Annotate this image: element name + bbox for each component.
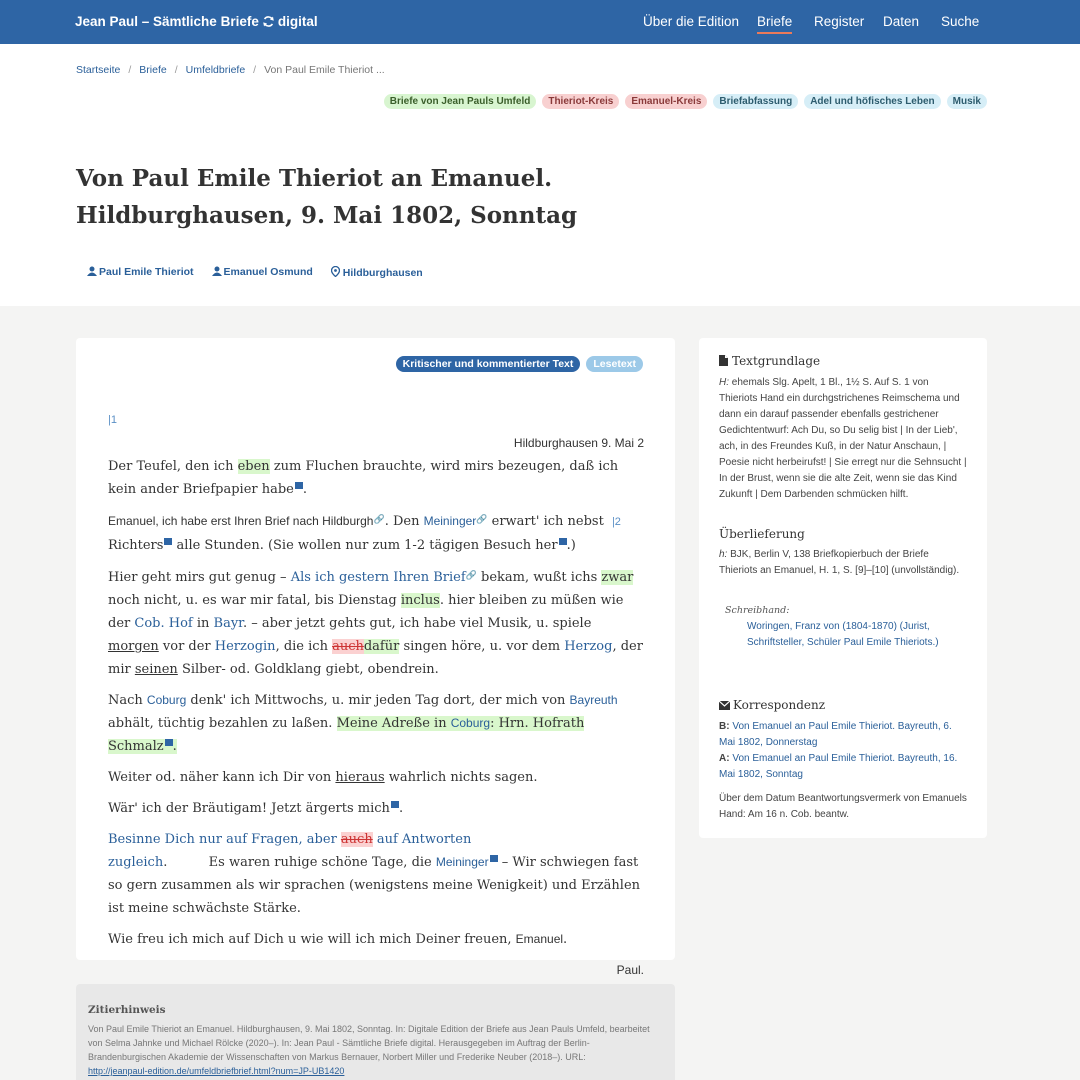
- breadcrumb-umfeldbriefe[interactable]: Umfeldbriefe: [186, 64, 246, 76]
- bayreuth-link[interactable]: Bayr: [214, 616, 243, 631]
- citation-text: Von Paul Emile Thieriot an Emanuel. Hild…: [88, 1024, 650, 1076]
- korrespondenz-list: B: Von Emanuel an Paul Emile Thieriot. B…: [719, 719, 967, 823]
- paragraph-3: Hier geht mirs gut genug – Als ich geste…: [108, 570, 643, 677]
- korrespondenz-heading: Korrespondenz: [718, 698, 825, 712]
- highlight-annotation[interactable]: eben: [237, 459, 270, 474]
- breadcrumb-separator: /: [128, 64, 132, 76]
- breadcrumb-briefe[interactable]: Briefe: [139, 64, 166, 76]
- envelope-icon: [718, 700, 731, 710]
- paragraph-4: Nach Coburg denk' ich Mittwochs, u. mir …: [108, 693, 618, 754]
- page-title: Von Paul Emile Thieriot an Emanuel. Hild…: [76, 165, 578, 229]
- nav-briefe[interactable]: Briefe: [757, 14, 793, 34]
- tag-adel[interactable]: Adel und höfisches Leben: [804, 94, 941, 109]
- citation-url-link[interactable]: http://jeanpaul-edition.de/umfeldbriefbr…: [88, 1066, 344, 1076]
- top-navbar: Jean Paul – Sämtliche Briefe digital Übe…: [0, 0, 1080, 44]
- nav-daten[interactable]: Daten: [883, 14, 919, 29]
- textgrundlage-heading: Textgrundlage: [719, 354, 820, 368]
- cob-hof-link[interactable]: Cob. Hof: [134, 616, 192, 631]
- person-icon: [87, 266, 97, 276]
- paragraph-6: Wär' ich der Bräutigam! Jetzt ärgerts mi…: [108, 801, 404, 816]
- letter-card: Kritischer und kommentierter Text Lesete…: [76, 338, 675, 977]
- meininger-link[interactable]: Meininger: [424, 514, 477, 528]
- sender-name: Paul Emile Thieriot: [99, 266, 194, 278]
- signature: Paul.: [616, 963, 644, 977]
- view-switcher: Kritischer und kommentierter Text Lesete…: [395, 356, 643, 372]
- breadcrumb: Startseite / Briefe / Umfeldbriefe / Von…: [76, 64, 385, 76]
- herzogin-link[interactable]: Herzogin: [215, 639, 276, 654]
- insertion-mark[interactable]: dafür: [363, 639, 400, 654]
- view-reading-text-button[interactable]: Lesetext: [586, 356, 643, 372]
- comment-icon[interactable]: [164, 739, 173, 746]
- textgrundlage-text: H: ehemals Slg. Apelt, 1 Bl., 1½ S. Auf …: [719, 377, 967, 500]
- paragraph-7: Besinne Dich nur auf Fragen, aber auch a…: [108, 832, 641, 916]
- place-name: Hildburghausen: [342, 267, 423, 279]
- nav-register[interactable]: Register: [814, 14, 864, 29]
- tag-briefabfassung[interactable]: Briefabfassung: [713, 94, 799, 109]
- deletion-mark: auch: [340, 832, 373, 847]
- citation-heading: Zitierhinweis: [88, 1004, 166, 1016]
- highlight-annotation[interactable]: inclus: [400, 593, 440, 608]
- letter-text: |1 Hildburghausen 9. Mai 2 Der Teufel, d…: [108, 408, 644, 990]
- brand-link[interactable]: Jean Paul – Sämtliche Briefe digital: [75, 14, 318, 29]
- letter-header: Startseite / Briefe / Umfeldbriefe / Von…: [0, 44, 1080, 306]
- comment-icon[interactable]: [294, 482, 303, 489]
- recipient-name: Emanuel Osmund: [223, 266, 313, 278]
- page-marker: |1: [108, 414, 117, 426]
- paragraph-5: Weiter od. näher kann ich Dir von hierau…: [108, 770, 538, 785]
- brand-prefix: Jean Paul – Sämtliche Briefe: [75, 14, 259, 29]
- sync-icon: [263, 16, 274, 27]
- quotation-link[interactable]: Besinne Dich nur auf Fragen, aber: [108, 832, 341, 847]
- tag-umfeld[interactable]: Briefe von Jean Pauls Umfeld: [383, 94, 537, 109]
- breadcrumb-current: Von Paul Emile Thieriot ...: [264, 64, 385, 76]
- highlight-annotation[interactable]: zwar: [601, 570, 634, 585]
- dateline: Hildburghausen 9. Mai 2: [513, 436, 644, 450]
- letter-meta: Paul Emile Thieriot Emanuel Osmund Hildb…: [87, 265, 423, 279]
- map-marker-icon: [330, 265, 340, 278]
- citation-box: Zitierhinweis Von Paul Emile Thieriot an…: [76, 984, 675, 1080]
- herzog-link[interactable]: Herzog: [564, 639, 612, 654]
- link-icon[interactable]: 🔗: [373, 515, 384, 525]
- answer-letter-link[interactable]: Von Emanuel an Paul Emile Thieriot. Bayr…: [719, 753, 957, 780]
- ueberlieferung-heading: Überlieferung: [719, 527, 805, 541]
- bayreuth-link[interactable]: Bayreuth: [570, 693, 618, 707]
- coburg-link[interactable]: Coburg: [451, 716, 490, 730]
- nav-suche[interactable]: Suche: [941, 14, 979, 29]
- korrespondenz-note: Über dem Datum Beantwortungsvermerk von …: [719, 793, 967, 820]
- comment-icon[interactable]: [489, 855, 498, 862]
- breadcrumb-separator: /: [174, 64, 178, 76]
- letter-reference-link[interactable]: Als ich gestern Ihren Brief: [291, 570, 466, 585]
- sidebar-metadata: Textgrundlage H: ehemals Slg. Apelt, 1 B…: [699, 338, 987, 838]
- tag-emanuel-kreis[interactable]: Emanuel-Kreis: [625, 94, 708, 109]
- paragraph-1: Der Teufel, den ich eben zum Fluchen bra…: [108, 459, 619, 497]
- paragraph-2: Emanuel, ich habe erst Ihren Brief nach …: [108, 514, 621, 553]
- place-link[interactable]: Hildburghausen: [330, 265, 423, 279]
- breadcrumb-separator: /: [253, 64, 257, 76]
- link-icon[interactable]: 🔗: [476, 515, 487, 525]
- comment-icon[interactable]: [390, 801, 399, 808]
- document-icon: [719, 355, 728, 366]
- ueberlieferung-text: h: BJK, Berlin V, 138 Briefkopierbuch de…: [719, 549, 960, 576]
- breadcrumb-startseite[interactable]: Startseite: [76, 64, 120, 76]
- page-marker: |2: [611, 516, 621, 528]
- person-icon: [211, 266, 222, 276]
- deletion-mark: auch: [332, 639, 364, 654]
- view-critical-text-button[interactable]: Kritischer und kommentierter Text: [395, 356, 581, 372]
- sender-link[interactable]: Paul Emile Thieriot: [87, 266, 194, 279]
- recipient-link[interactable]: Emanuel Osmund: [211, 266, 313, 279]
- link-icon[interactable]: 🔗: [466, 571, 477, 581]
- comment-icon[interactable]: [558, 538, 567, 545]
- tag-list: Briefe von Jean Pauls Umfeld Thieriot-Kr…: [383, 94, 987, 109]
- schreibhand: Schreibhand: Woringen, Franz von (1804-1…: [725, 603, 965, 651]
- schreibhand-link[interactable]: Woringen, Franz von (1804-1870) (Jurist,…: [725, 619, 965, 651]
- schreibhand-label: Schreibhand:: [725, 605, 790, 616]
- tag-musik[interactable]: Musik: [946, 94, 987, 109]
- paragraph-8: Wie freu ich mich auf Dich u wie will ic…: [108, 932, 568, 947]
- nav-ueber-die-edition[interactable]: Über die Edition: [643, 14, 739, 29]
- meininger-link[interactable]: Meininger: [436, 855, 489, 869]
- coburg-link[interactable]: Coburg: [147, 693, 186, 707]
- previous-letter-link[interactable]: Von Emanuel an Paul Emile Thieriot. Bayr…: [719, 721, 952, 748]
- tag-thieriot-kreis[interactable]: Thieriot-Kreis: [542, 94, 620, 109]
- brand-suffix: digital: [277, 14, 318, 29]
